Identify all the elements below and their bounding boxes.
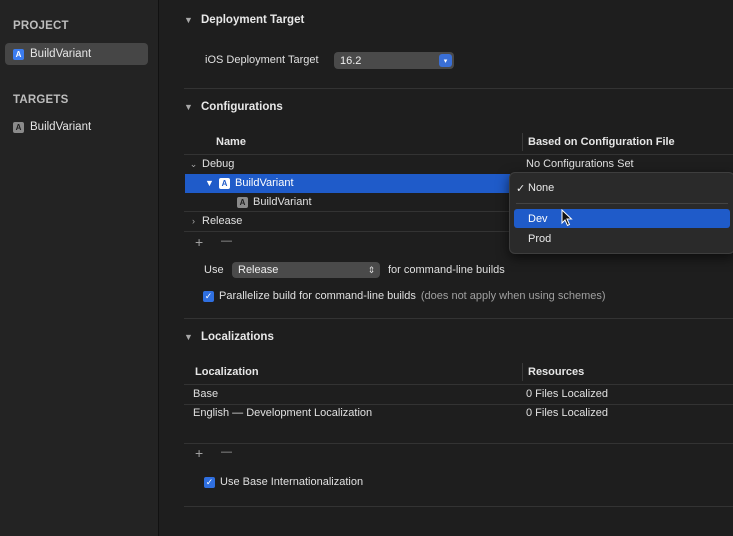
localization-row-name[interactable]: English — Development Localization (193, 407, 372, 419)
config-name: Release (202, 215, 243, 227)
targets-heading: TARGETS (13, 94, 69, 106)
divider (184, 88, 733, 89)
chevron-down-icon: ▼ (205, 178, 214, 188)
checkmark-icon: ✓ (516, 182, 526, 195)
column-separator (522, 133, 523, 151)
popup-value: 16.2 (340, 54, 362, 67)
divider (184, 384, 733, 385)
sidebar-item-target[interactable]: A BuildVariant (13, 121, 91, 133)
deployment-target-label: iOS Deployment Target (205, 54, 319, 66)
checkbox-checked[interactable]: ✓ (204, 476, 215, 488)
section-title: Deployment Target (201, 14, 305, 26)
section-title: Localizations (201, 331, 274, 343)
divider (184, 154, 733, 155)
project-heading: PROJECT (13, 20, 69, 32)
parallelize-checkbox-row[interactable]: ✓ Parallelize build for command-line bui… (203, 290, 606, 302)
use-base-i18n-row[interactable]: ✓ Use Base Internationalization (204, 476, 363, 488)
popup-value: Release (238, 264, 279, 276)
column-header-name[interactable]: Name (216, 136, 246, 148)
config-file-value[interactable]: No Configurations Set (526, 158, 634, 170)
column-header-based-on[interactable]: Based on Configuration File (528, 136, 675, 148)
use-suffix-label: for command-line builds (388, 264, 505, 276)
localization-row-resources: 0 Files Localized (526, 388, 608, 400)
column-separator (522, 363, 523, 381)
config-row-debug[interactable]: ⌄ Debug (189, 158, 235, 170)
target-app-icon: A (237, 196, 248, 208)
menu-item-label: Dev (528, 212, 548, 225)
deployment-target-popup[interactable]: 16.2 ▾ (334, 52, 454, 69)
sidebar-item-label: BuildVariant (30, 48, 92, 60)
column-header-resources[interactable]: Resources (528, 366, 584, 378)
add-localization-button[interactable]: + (195, 445, 203, 461)
project-icon: A (219, 177, 230, 189)
parallelize-note: (does not apply when using schemes) (420, 290, 606, 302)
divider (184, 404, 733, 405)
divider (184, 506, 733, 507)
localizations-section-header[interactable]: ▼ Localizations (184, 331, 274, 343)
config-target-name: BuildVariant (253, 196, 312, 208)
chevron-down-icon: ⌄ (189, 158, 198, 169)
sidebar: PROJECT A BuildVariant TARGETS A BuildVa… (0, 0, 159, 536)
add-config-button[interactable]: + (195, 234, 203, 250)
use-label: Use (204, 264, 224, 276)
use-base-i18n-label: Use Base Internationalization (220, 476, 364, 488)
config-row-release[interactable]: › Release (189, 215, 242, 227)
remove-config-button[interactable]: — (221, 235, 232, 247)
divider (184, 443, 733, 444)
target-app-icon: A (13, 121, 24, 133)
section-title: Configurations (201, 101, 283, 113)
menu-item-dev[interactable]: Dev (514, 209, 730, 228)
chevron-right-icon: › (192, 216, 195, 226)
menu-item-none[interactable]: ✓ None (516, 180, 554, 196)
sidebar-item-project[interactable]: A BuildVariant (5, 43, 148, 65)
chevron-down-icon: ▼ (184, 332, 193, 342)
configurations-section-header[interactable]: ▼ Configurations (184, 101, 283, 113)
menu-item-prod[interactable]: Prod (528, 231, 551, 247)
chevron-updown-icon: ▾ (439, 54, 452, 67)
localization-row-resources: 0 Files Localized (526, 407, 608, 419)
deployment-section-header[interactable]: ▼ Deployment Target (184, 14, 304, 26)
chevron-down-icon: ▼ (184, 102, 193, 112)
localization-row-name[interactable]: Base (193, 388, 218, 400)
sidebar-item-label: BuildVariant (30, 121, 92, 133)
main-editor: ▼ Deployment Target iOS Deployment Targe… (159, 0, 733, 536)
menu-item-label: None (528, 182, 555, 194)
remove-localization-button[interactable]: — (221, 446, 232, 458)
command-line-config-popup[interactable]: Release ⇕ (232, 262, 380, 278)
parallelize-label: Parallelize build for command-line build… (219, 290, 416, 302)
chevron-updown-icon: ⇕ (367, 264, 376, 275)
project-icon: A (13, 48, 24, 60)
column-header-localization[interactable]: Localization (195, 366, 259, 378)
config-row-target[interactable]: A BuildVariant (237, 196, 312, 208)
checkbox-checked[interactable]: ✓ (203, 290, 214, 302)
config-project-name: BuildVariant (235, 177, 294, 189)
config-row-project[interactable]: ▼ A BuildVariant (205, 177, 294, 189)
chevron-down-icon: ▼ (184, 15, 193, 25)
menu-item-label: Prod (528, 233, 552, 245)
config-name: Debug (202, 158, 235, 170)
config-file-dropdown-menu[interactable]: ✓ None Dev Prod (509, 172, 733, 254)
menu-separator (516, 203, 728, 204)
mouse-pointer-icon (561, 209, 573, 227)
divider (184, 318, 733, 319)
